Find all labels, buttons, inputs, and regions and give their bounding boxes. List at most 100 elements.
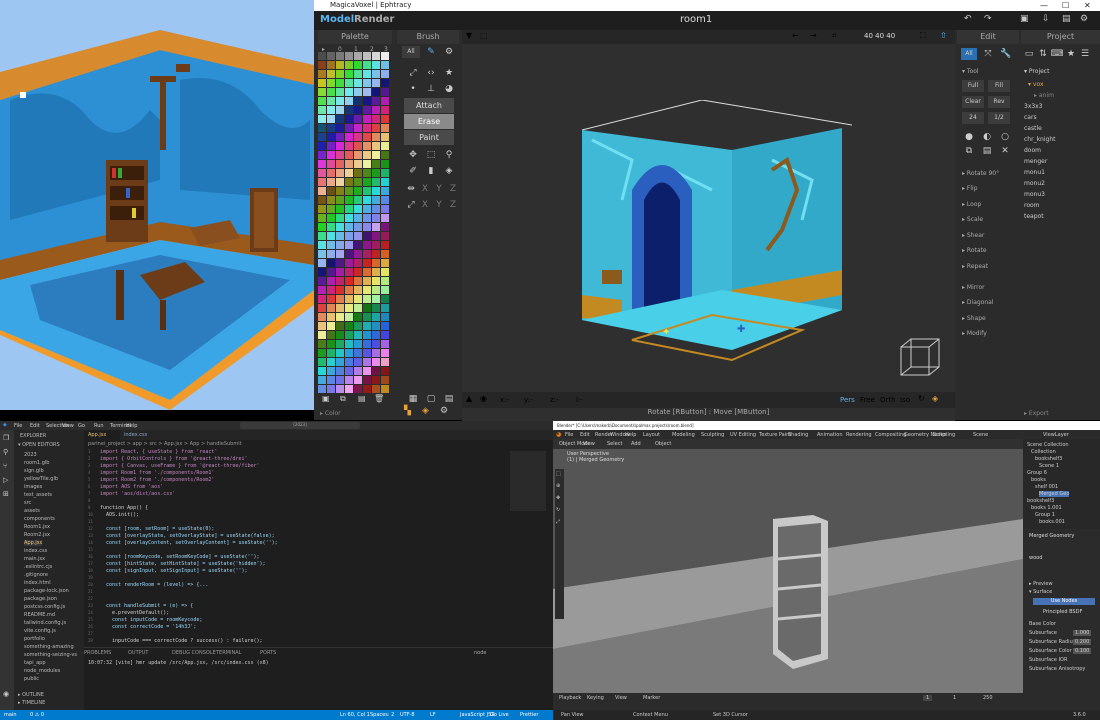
export-section[interactable]: ▸ Export	[1024, 410, 1049, 417]
tab-app-jsx[interactable]: App.jsx	[84, 430, 120, 440]
palette-swatch[interactable]	[318, 367, 326, 375]
outliner-item[interactable]: books.001	[1039, 519, 1065, 525]
explorer-item[interactable]: something-amazing	[24, 644, 74, 650]
palette-swatch[interactable]	[318, 313, 326, 321]
orientation-cube[interactable]	[897, 335, 943, 381]
palette-swatch[interactable]	[327, 61, 335, 69]
code-line[interactable]: const [room, setRoom] = useState(0);	[100, 526, 214, 532]
explorer-item[interactable]: test_assets	[24, 492, 52, 498]
star-icon[interactable]: ★	[1064, 47, 1078, 61]
fit-icon[interactable]: ⛶	[920, 31, 926, 41]
code-line[interactable]: import AOS from 'aos'	[100, 484, 163, 490]
palette-swatch[interactable]	[372, 223, 380, 231]
palette-swatch[interactable]	[354, 367, 362, 375]
palette-swatch[interactable]	[372, 142, 380, 150]
palette-swatch[interactable]	[336, 178, 344, 186]
palette-swatch[interactable]	[327, 268, 335, 276]
palette-swatch[interactable]	[327, 322, 335, 330]
palette-swatch[interactable]	[345, 232, 353, 240]
mode-orth[interactable]: Orth	[880, 396, 896, 404]
palette-swatch[interactable]	[372, 259, 380, 267]
palette-swatch[interactable]	[327, 385, 335, 393]
surface-section[interactable]: ▾ Surface	[1029, 589, 1052, 595]
palette-swatch[interactable]	[381, 358, 389, 366]
palette-swatch[interactable]	[363, 376, 371, 384]
palette-swatch[interactable]	[354, 304, 362, 312]
palette-swatch[interactable]	[354, 286, 362, 294]
palette-swatch[interactable]	[363, 259, 371, 267]
axis-x[interactable]: X	[418, 182, 432, 196]
palette-swatch[interactable]	[363, 340, 371, 348]
export-icon[interactable]: ⇩	[1042, 14, 1050, 24]
edit-section-repeat[interactable]: ▸ Repeat	[962, 263, 988, 270]
palette-swatch[interactable]	[354, 205, 362, 213]
palette-swatch[interactable]	[354, 97, 362, 105]
palette-swatch[interactable]	[381, 196, 389, 204]
frame-end[interactable]: 250	[983, 695, 993, 701]
palette-swatch[interactable]	[363, 169, 371, 177]
palette-swatch[interactable]	[345, 160, 353, 168]
mode-pers[interactable]: Pers	[840, 396, 855, 404]
palette-swatch[interactable]	[363, 70, 371, 78]
palette-swatch[interactable]	[345, 124, 353, 132]
palette-swatch[interactable]	[381, 322, 389, 330]
status-item-1[interactable]: Spaces: 2	[370, 712, 394, 718]
workspace-tab-1[interactable]: Modeling	[672, 432, 695, 438]
palette-swatch[interactable]	[327, 286, 335, 294]
explorer-icon[interactable]: ❐	[3, 434, 9, 442]
palette-swatch[interactable]	[372, 70, 380, 78]
edit-expand-icon[interactable]: ⤧	[981, 47, 995, 61]
palette-swatch[interactable]	[372, 151, 380, 159]
explorer-item[interactable]: node_modules	[24, 668, 60, 674]
palette-swatch[interactable]	[318, 286, 326, 294]
palette-swatch[interactable]	[363, 133, 371, 141]
tile-icon[interactable]: ▚	[404, 406, 411, 416]
palette-swatch[interactable]	[354, 295, 362, 303]
branch-status[interactable]: main	[4, 712, 17, 718]
workspace-tab-5[interactable]: Shading	[788, 432, 808, 438]
explorer-item[interactable]: 2023	[24, 452, 37, 458]
outliner-item[interactable]: shelf 001	[1035, 484, 1058, 490]
palette-swatch[interactable]	[354, 313, 362, 321]
palette-swatch[interactable]	[327, 151, 335, 159]
palette-swatch[interactable]	[372, 160, 380, 168]
palette-swatch[interactable]	[363, 142, 371, 150]
palette-swatch[interactable]	[336, 205, 344, 213]
palette-swatch[interactable]	[372, 367, 380, 375]
explorer-item[interactable]: public	[24, 676, 39, 682]
blender-3d-viewport[interactable]: User Perspective (1) | Merged Geometry ⬚…	[553, 449, 1023, 693]
project-item[interactable]: room	[1024, 202, 1040, 209]
palette-swatch[interactable]	[363, 223, 371, 231]
palette-swatch[interactable]	[381, 268, 389, 276]
palette-swatch[interactable]	[318, 295, 326, 303]
palette-swatch[interactable]	[363, 331, 371, 339]
palette-swatch[interactable]	[354, 106, 362, 114]
palette-swatch[interactable]	[345, 241, 353, 249]
palette-swatch[interactable]	[381, 376, 389, 384]
project-folder-vox[interactable]: ▾ vox	[1028, 81, 1044, 88]
palette-swatch[interactable]	[336, 385, 344, 393]
palette-swatch[interactable]	[345, 214, 353, 222]
triangle-icon[interactable]: ▲	[466, 394, 472, 403]
project-item[interactable]: teapot	[1024, 213, 1044, 220]
palette-swatch[interactable]	[354, 196, 362, 204]
camera-icon[interactable]: ◉	[480, 394, 487, 403]
palette-swatch[interactable]	[327, 88, 335, 96]
palette-swatch[interactable]	[327, 169, 335, 177]
palette-swatch[interactable]	[327, 367, 335, 375]
palette-swatch[interactable]	[372, 250, 380, 258]
palette-swatch[interactable]	[318, 304, 326, 312]
palette-swatch[interactable]	[345, 268, 353, 276]
palette-swatch[interactable]	[336, 61, 344, 69]
palette-swatch[interactable]	[381, 385, 389, 393]
palette-swatch[interactable]	[354, 88, 362, 96]
axis-toggle-icon[interactable]: ⤢	[404, 198, 418, 212]
palette-swatch[interactable]	[336, 214, 344, 222]
explorer-item[interactable]: README.md	[24, 612, 55, 618]
palette-swatch[interactable]	[318, 160, 326, 168]
palette-swatch[interactable]	[336, 79, 344, 87]
palette-swatch[interactable]	[363, 268, 371, 276]
palette-swatch[interactable]	[381, 106, 389, 114]
palette-swatch[interactable]	[372, 124, 380, 132]
cursor-tool-icon[interactable]: ⊕	[556, 483, 560, 489]
